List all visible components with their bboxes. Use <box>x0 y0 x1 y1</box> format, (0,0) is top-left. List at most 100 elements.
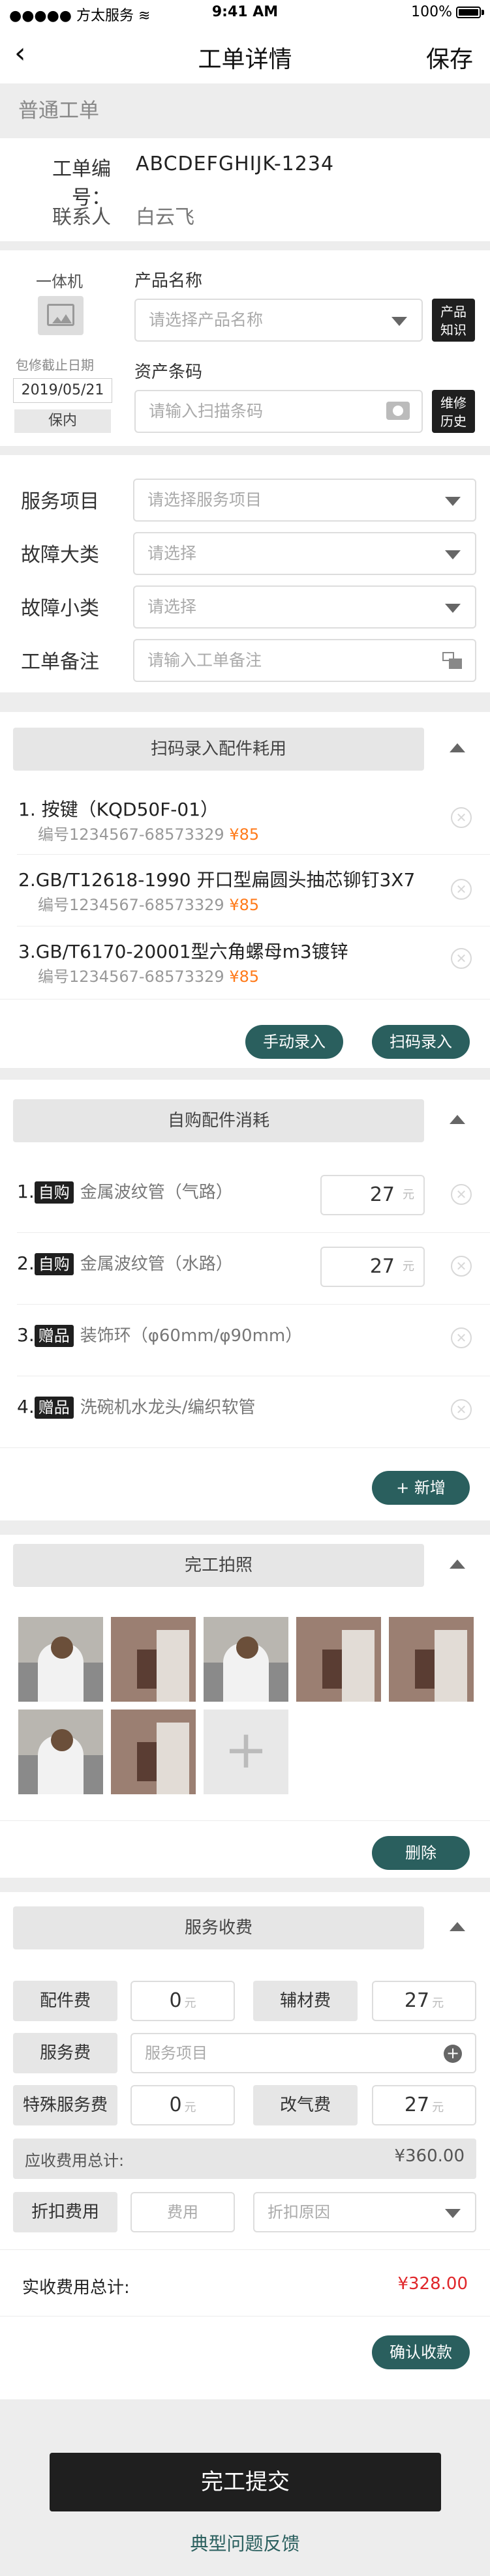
special-fee-input[interactable]: 0元 <box>130 2085 235 2125</box>
parts-fee-value: 0 <box>169 1989 182 2012</box>
fault-major-label: 故障大类 <box>21 544 99 567</box>
remove-part-icon[interactable]: ✕ <box>451 1399 472 1420</box>
product-name-select[interactable]: 请选择产品名称 <box>134 299 423 342</box>
completion-photo[interactable] <box>389 1617 474 1702</box>
own-part-tag: 赠品 <box>34 1325 74 1347</box>
chevron-up-icon[interactable] <box>450 743 465 752</box>
scan-part-code: 编号1234567-68573329 ¥85 <box>38 964 259 986</box>
actual-fee-value: ¥328.00 <box>397 2274 468 2294</box>
own-part-row: 2. 自购 金属波纹管（水路） <box>17 1251 233 1275</box>
discount-reason-select[interactable]: 折扣原因 <box>253 2192 476 2232</box>
service-panel: 服务项目 请选择服务项目 故障大类 请选择 故障小类 请选择 工单备注 请输入工… <box>0 455 490 692</box>
fault-major-placeholder: 请选择 <box>147 544 197 563</box>
feedback-link[interactable]: 典型问题反馈 <box>0 2530 490 2556</box>
product-panel: 一体机 包修截止日期 2019/05/21 保内 产品名称 请选择产品名称 产品… <box>0 250 490 446</box>
chevron-up-icon[interactable] <box>450 1115 465 1124</box>
scan-part-name: 1. 按键（KQD50F-01） <box>18 799 219 820</box>
own-part-row: 3. 赠品 装饰环（φ60mm/φ90mm） <box>17 1322 302 1347</box>
own-part-qty-input[interactable]: 27 元 <box>320 1175 425 1215</box>
scan-entry-button[interactable]: 扫码录入 <box>372 1025 470 1059</box>
part-price: ¥85 <box>229 968 260 986</box>
chevron-down-icon <box>445 550 461 559</box>
gas-fee-input[interactable]: 27 元 <box>372 2085 476 2125</box>
part-price: ¥85 <box>229 825 260 844</box>
chevron-down-icon <box>445 497 461 506</box>
part-price: ¥85 <box>229 896 260 914</box>
service-item-select[interactable]: 请选择服务项目 <box>133 479 476 522</box>
own-parts-title[interactable]: 自购配件消耗 <box>13 1099 424 1142</box>
camera-icon[interactable] <box>386 402 410 420</box>
chevron-down-icon <box>445 2209 461 2218</box>
remove-part-icon[interactable]: ✕ <box>451 807 472 828</box>
product-knowledge-button[interactable]: 产品 知识 <box>432 299 475 342</box>
part-code: 编号1234567-68573329 <box>38 968 224 986</box>
order-info-panel: 工单编号： ABCDEFGHIJK-1234 联系人 白云飞 <box>0 138 490 241</box>
fault-minor-label: 故障小类 <box>21 597 99 620</box>
completion-photo[interactable] <box>18 1710 103 1794</box>
nav-bar: ‹ 工单详情 保存 <box>0 26 490 83</box>
manual-entry-button[interactable]: 手动录入 <box>245 1025 343 1059</box>
discount-label: 折扣费用 <box>13 2192 117 2232</box>
add-service-icon[interactable]: + <box>444 2045 462 2063</box>
own-part-unit: 元 <box>403 1188 414 1202</box>
save-button[interactable]: 保存 <box>426 40 473 74</box>
aux-fee-input[interactable]: 27 元 <box>372 1981 476 2021</box>
own-part-tag: 自购 <box>34 1253 74 1275</box>
submit-button[interactable]: 完工提交 <box>50 2453 441 2511</box>
remove-part-icon[interactable]: ✕ <box>451 879 472 900</box>
warranty-status-badge: 保内 <box>14 409 111 433</box>
service-fee-select[interactable]: 服务项目 + <box>130 2033 476 2073</box>
fee-unit: 元 <box>184 2101 196 2114</box>
completion-photo[interactable] <box>204 1617 288 1702</box>
chevron-down-icon <box>391 317 407 326</box>
remove-part-icon[interactable]: ✕ <box>451 1256 472 1277</box>
own-part-index: 3. <box>17 1324 35 1346</box>
remove-part-icon[interactable]: ✕ <box>451 1184 472 1205</box>
fee-unit: 元 <box>432 1996 444 2010</box>
fault-minor-select[interactable]: 请选择 <box>133 585 476 629</box>
asset-code-input[interactable]: 请输入扫描条码 <box>134 390 423 433</box>
chevron-up-icon[interactable] <box>450 1560 465 1569</box>
photos-panel: 完工拍照 + 删除 <box>0 1535 490 1878</box>
fees-title[interactable]: 服务收费 <box>13 1906 424 1949</box>
scan-parts-title[interactable]: 扫码录入配件耗用 <box>13 728 424 771</box>
own-part-index: 1. <box>17 1181 35 1202</box>
order-note-placeholder: 请输入工单备注 <box>147 651 262 670</box>
own-part-qty: 27 <box>369 1255 395 1278</box>
delete-photo-button[interactable]: 删除 <box>372 1836 470 1870</box>
remove-part-icon[interactable]: ✕ <box>451 1327 472 1348</box>
part-code: 编号1234567-68573329 <box>38 825 224 844</box>
photos-title[interactable]: 完工拍照 <box>13 1544 424 1587</box>
own-part-qty-input[interactable]: 27 元 <box>320 1247 425 1287</box>
completion-photo[interactable] <box>296 1617 381 1702</box>
warranty-date: 2019/05/21 <box>13 378 112 403</box>
remove-part-icon[interactable]: ✕ <box>451 948 472 969</box>
own-part-qty: 27 <box>369 1183 395 1206</box>
discount-reason-placeholder: 折扣原因 <box>268 2203 330 2221</box>
contact-label: 联系人 <box>52 206 111 229</box>
service-fee-label: 服务费 <box>13 2033 117 2073</box>
repair-history-button[interactable]: 维修 历史 <box>432 390 475 433</box>
discount-fee-input[interactable]: 费用 <box>130 2192 235 2232</box>
completion-photo[interactable] <box>111 1617 196 1702</box>
own-part-index: 2. <box>17 1252 35 1274</box>
parts-fee-label: 配件费 <box>13 1981 117 2021</box>
asset-code-placeholder: 请输入扫描条码 <box>149 402 264 421</box>
completion-photo[interactable] <box>18 1617 103 1702</box>
service-item-placeholder: 请选择服务项目 <box>147 490 262 509</box>
confirm-payment-button[interactable]: 确认收款 <box>372 2335 470 2369</box>
fault-major-select[interactable]: 请选择 <box>133 532 476 575</box>
service-item-label: 服务项目 <box>21 490 99 513</box>
fee-unit: 元 <box>184 1996 196 2010</box>
add-photo-button[interactable]: + <box>204 1710 288 1794</box>
fault-minor-placeholder: 请选择 <box>147 597 197 616</box>
own-part-unit: 元 <box>403 1260 414 1273</box>
product-image-icon[interactable] <box>38 296 84 335</box>
aux-fee-value: 27 <box>404 1989 430 2012</box>
completion-photo[interactable] <box>111 1710 196 1794</box>
order-note-input[interactable]: 请输入工单备注 <box>133 639 476 682</box>
chevron-up-icon[interactable] <box>450 1922 465 1931</box>
add-part-button[interactable]: + 新增 <box>372 1471 470 1505</box>
scan-part-name: 2.GB/T12618-1990 开口型扁圆头抽芯铆钉3X7 <box>18 869 416 891</box>
parts-fee-input[interactable]: 0元 <box>130 1981 235 2021</box>
